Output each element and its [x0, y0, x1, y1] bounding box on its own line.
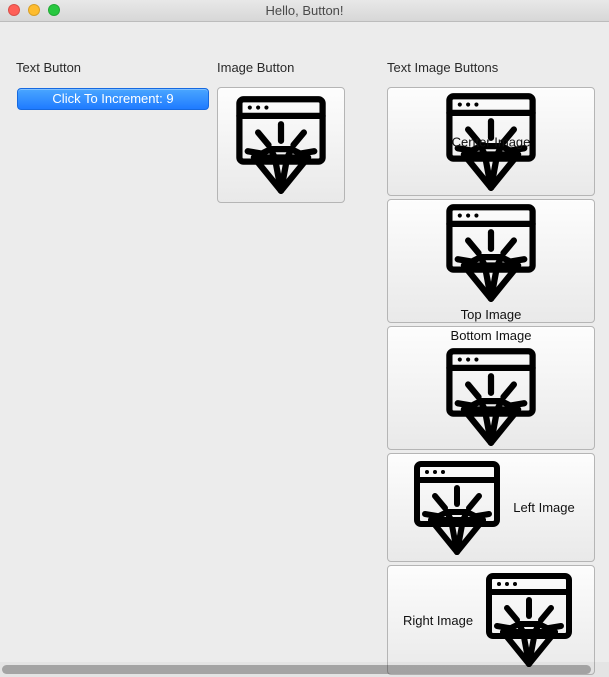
horizontal-scrollbar[interactable]	[0, 662, 609, 677]
close-window-button[interactable]	[8, 4, 20, 16]
button-label-center: Center Image	[452, 134, 531, 149]
browser-diamond-icon	[439, 345, 543, 449]
zoom-window-button[interactable]	[48, 4, 60, 16]
browser-diamond-icon	[229, 93, 333, 197]
window-content: Text Button Image Button Text Image Butt…	[0, 22, 609, 677]
heading-text-image-buttons: Text Image Buttons	[387, 60, 498, 75]
heading-text-button: Text Button	[16, 60, 81, 75]
window-traffic-lights	[8, 4, 60, 16]
increment-button-label: Click To Increment: 9	[52, 91, 173, 106]
text-image-button-right[interactable]: Right Image	[387, 565, 595, 675]
horizontal-scroll-thumb[interactable]	[2, 665, 591, 674]
window-titlebar: Hello, Button!	[0, 0, 609, 22]
button-label-right: Right Image	[403, 613, 473, 628]
text-image-button-center[interactable]: Center Image	[387, 87, 595, 196]
minimize-window-button[interactable]	[28, 4, 40, 16]
text-image-button-top[interactable]: Top Image	[387, 199, 595, 323]
browser-diamond-icon	[479, 570, 579, 670]
text-image-button-bottom[interactable]: Bottom Image	[387, 326, 595, 450]
button-label-left: Left Image	[513, 500, 574, 515]
image-only-button[interactable]	[217, 87, 345, 203]
button-label-top: Top Image	[461, 307, 522, 322]
increment-button[interactable]: Click To Increment: 9	[17, 88, 209, 110]
window-title: Hello, Button!	[265, 3, 343, 18]
text-image-button-left[interactable]: Left Image	[387, 453, 595, 562]
browser-diamond-icon	[407, 458, 507, 558]
button-label-bottom: Bottom Image	[451, 328, 532, 343]
heading-image-button: Image Button	[217, 60, 294, 75]
browser-diamond-icon	[439, 201, 543, 305]
